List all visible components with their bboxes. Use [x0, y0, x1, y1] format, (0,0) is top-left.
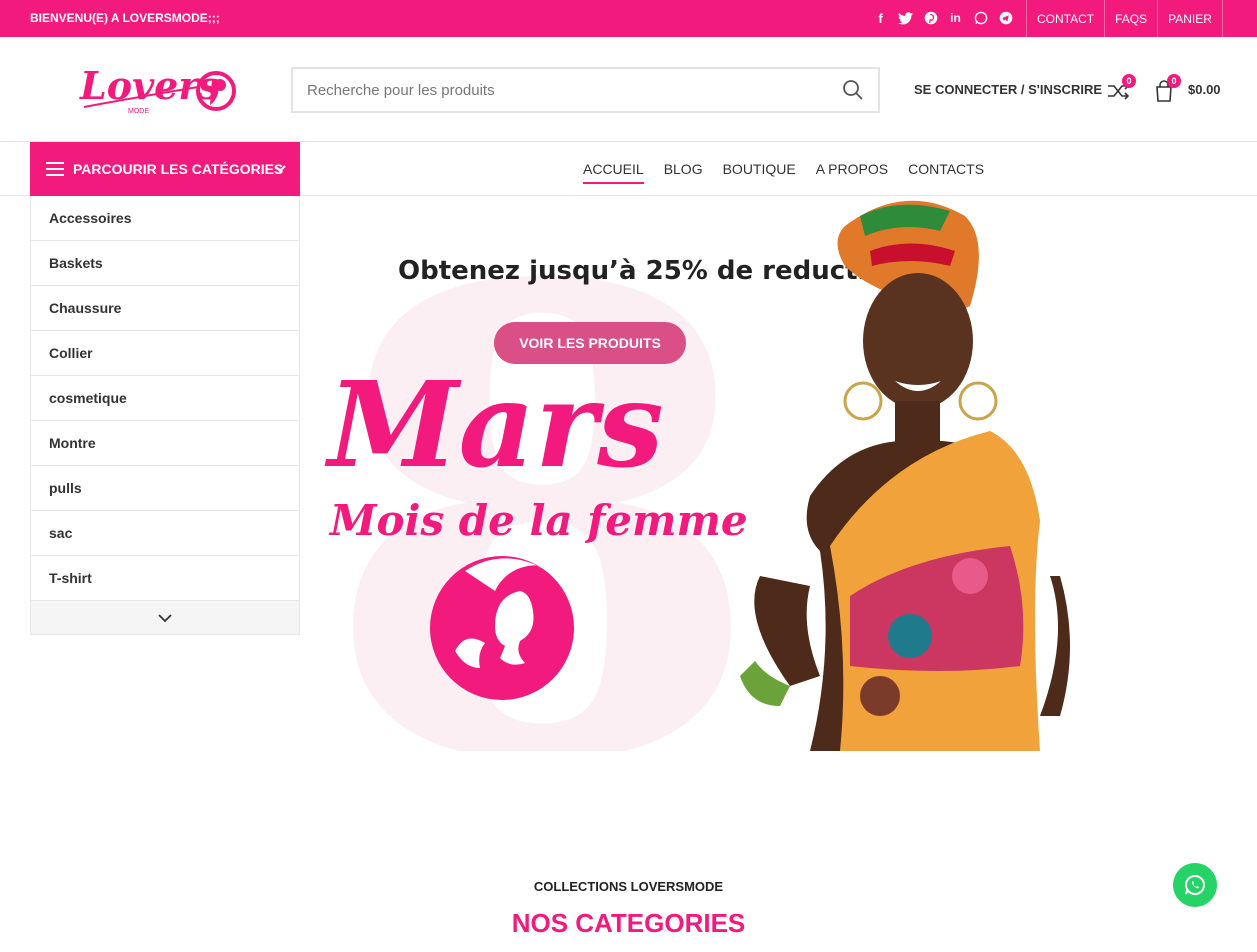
linkedin-icon[interactable]: in: [947, 10, 964, 27]
category-item[interactable]: Baskets: [31, 241, 299, 286]
cart-icon[interactable]: 0: [1153, 74, 1181, 103]
section-title: NOS CATEGORIES: [511, 908, 746, 938]
main-menu: ACCUEIL BLOG BOUTIQUE A PROPOS CONTACTS: [583, 142, 984, 196]
chevron-down-icon: [274, 162, 286, 174]
category-item[interactable]: Collier: [31, 331, 299, 376]
nav-item-a-propos[interactable]: A PROPOS: [816, 157, 888, 181]
category-item[interactable]: Montre: [31, 421, 299, 466]
category-item[interactable]: cosmetique: [31, 376, 299, 421]
compare-icon[interactable]: 0: [1106, 74, 1136, 103]
category-item[interactable]: pulls: [31, 466, 299, 511]
woman-silhouette-logo: [425, 551, 580, 706]
navigation-bar: PARCOURIR LES CATÉGORIES ACCUEIL BLOG BO…: [0, 142, 1257, 196]
nav-item-accueil[interactable]: ACCUEIL: [583, 157, 644, 184]
social-links: f in: [872, 8, 1014, 28]
nav-item-contacts[interactable]: CONTACTS: [908, 157, 984, 181]
top-bar: BIENVENU(E) A LOVERSMODE;;; f in CONTACT…: [0, 0, 1257, 37]
chevron-down-icon: [158, 613, 172, 622]
welcome-text: BIENVENU(E) A LOVERSMODE;;;: [30, 11, 220, 25]
top-link-panier[interactable]: PANIER: [1157, 0, 1223, 37]
nav-item-boutique[interactable]: BOUTIQUE: [723, 157, 796, 181]
pinterest-icon[interactable]: [922, 10, 939, 27]
hero-banner: 8 Obtenez jusqu’à 25% de reduction VOIR …: [300, 196, 1070, 751]
category-item[interactable]: sac: [31, 511, 299, 556]
twitter-icon[interactable]: [897, 10, 914, 27]
category-item[interactable]: T-shirt: [31, 556, 299, 601]
show-more-categories-button[interactable]: [31, 601, 299, 634]
cart-total[interactable]: $0.00: [1188, 82, 1221, 97]
whatsapp-icon[interactable]: [972, 10, 989, 27]
hero-subtitle: Mois de la femme: [330, 496, 748, 545]
category-item[interactable]: Chaussure: [31, 286, 299, 331]
site-logo[interactable]: Lovers MODE: [78, 57, 238, 122]
browse-categories-button[interactable]: PARCOURIR LES CATÉGORIES: [30, 142, 300, 196]
search-box: [291, 67, 880, 113]
search-icon[interactable]: [842, 79, 864, 101]
category-item[interactable]: Accessoires: [31, 196, 299, 241]
hero-title: Mars: [328, 355, 664, 494]
top-links: CONTACT FAQS PANIER: [1026, 0, 1223, 37]
section-kicker: COLLECTIONS LOVERSMODE: [533, 879, 724, 894]
facebook-icon[interactable]: f: [872, 10, 889, 27]
top-link-faqs[interactable]: FAQS: [1104, 0, 1157, 37]
category-list: Accessoires Baskets Chaussure Collier co…: [30, 196, 300, 635]
svg-text:MODE: MODE: [128, 108, 149, 115]
menu-icon: [46, 162, 64, 176]
whatsapp-chat-button[interactable]: [1173, 863, 1217, 907]
login-link[interactable]: SE CONNECTER / S'INSCRIRE: [914, 82, 1102, 97]
browse-categories-label: PARCOURIR LES CATÉGORIES: [73, 161, 284, 177]
hero-model-image: [720, 196, 1070, 751]
compare-count-badge: 0: [1122, 74, 1136, 88]
header: Lovers MODE SE CONNECTER / S'INSCRIRE 0 …: [0, 37, 1257, 142]
top-link-contact[interactable]: CONTACT: [1026, 0, 1104, 37]
whatsapp-icon: [1185, 875, 1205, 895]
search-input[interactable]: [307, 69, 827, 111]
cart-count-badge: 0: [1167, 74, 1181, 88]
nav-item-blog[interactable]: BLOG: [664, 157, 703, 181]
telegram-icon[interactable]: [997, 10, 1014, 27]
